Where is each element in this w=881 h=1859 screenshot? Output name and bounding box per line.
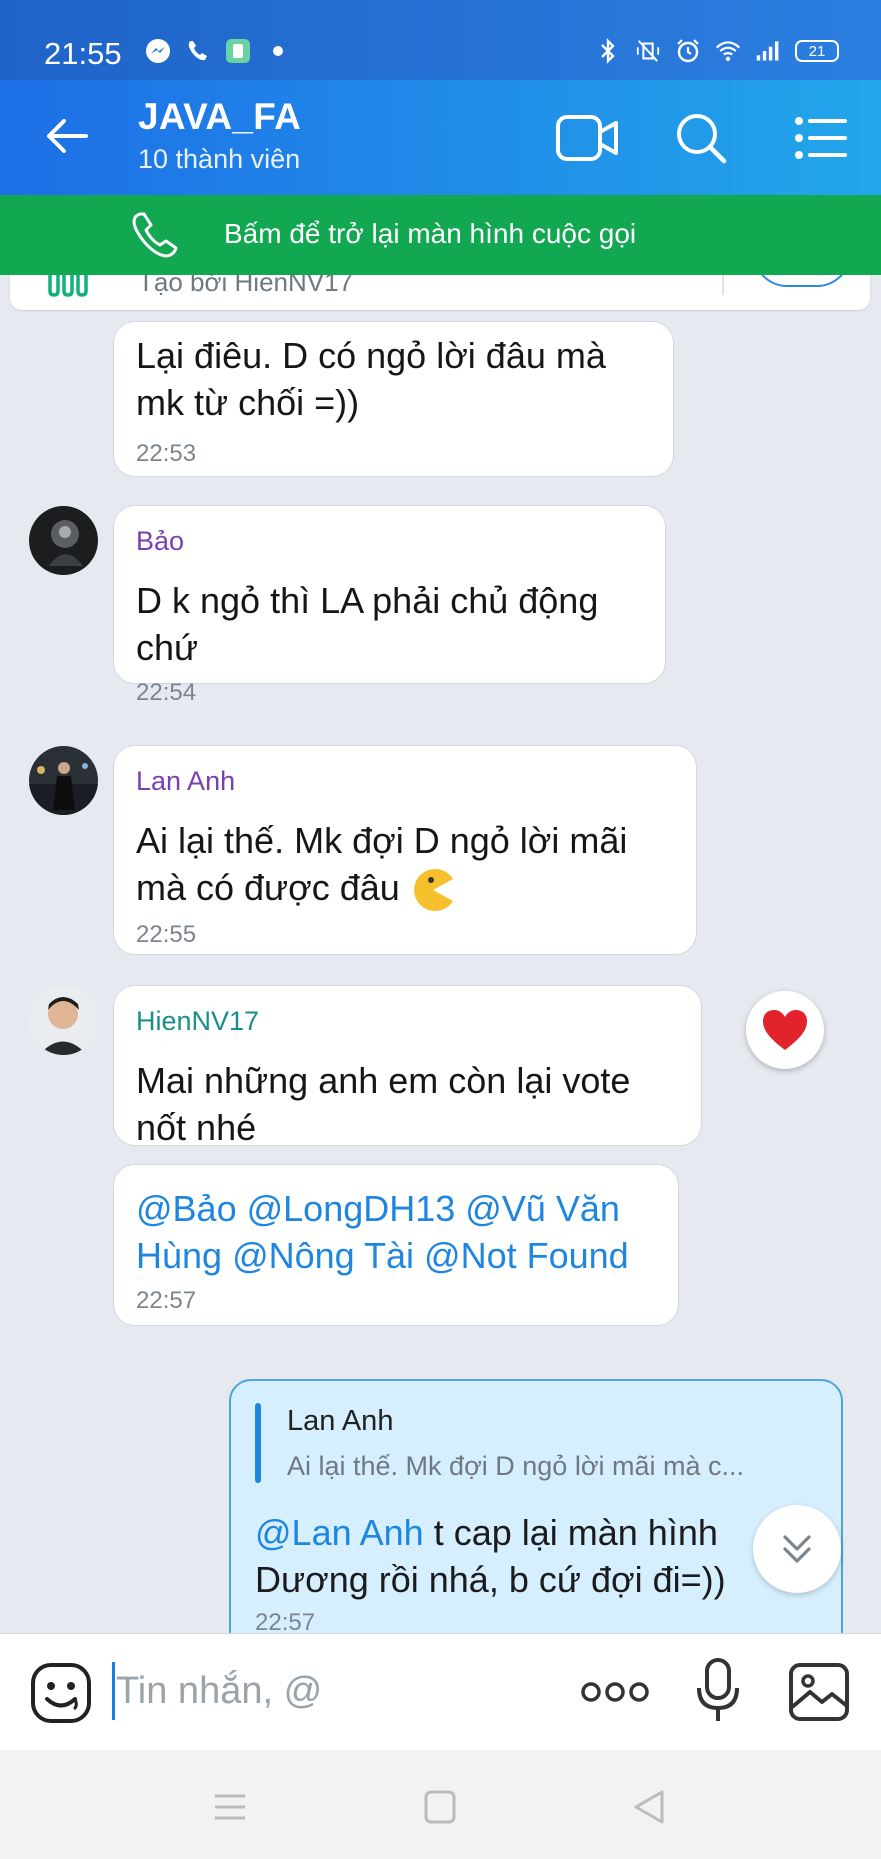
menu-button[interactable] <box>793 110 853 166</box>
recent-apps-icon <box>215 1794 245 1820</box>
poll-icon <box>46 275 90 297</box>
status-left-icons <box>145 38 291 64</box>
reaction-button[interactable] <box>746 991 824 1069</box>
scroll-to-bottom-button[interactable] <box>753 1505 841 1593</box>
video-call-button[interactable] <box>555 110 618 166</box>
message-bubble[interactable]: Bảo D k ngỏ thì LA phải chủ động chứ 22:… <box>113 505 666 706</box>
message-time: 22:54 <box>136 679 197 706</box>
status-time: 21:55 <box>44 36 122 71</box>
pinned-poll-card[interactable]: Tạo bởi HienNV17 <box>10 275 870 310</box>
message-composer <box>0 1633 881 1750</box>
smiley-sticker-icon <box>31 1663 91 1723</box>
microphone-icon <box>697 1658 739 1721</box>
more-options-button[interactable] <box>580 1674 650 1710</box>
conversation-title[interactable]: JAVA_FA 10 thành viên <box>138 96 301 175</box>
member-count: 10 thành viên <box>138 144 301 174</box>
message-bubble[interactable]: Lan Anh Ai lại thế. Mk đợi D ngỏ lời mãi… <box>113 745 697 955</box>
dot-icon <box>265 38 291 64</box>
system-navigation-bar <box>0 1750 881 1859</box>
sticker-button[interactable] <box>30 1662 92 1724</box>
avatar-hiennv17[interactable] <box>29 986 98 1055</box>
message-bubble[interactable]: @Bảo @LongDH13 @Vũ Văn Hùng @Nông Tài @N… <box>113 1164 679 1326</box>
return-to-call-text: Bấm để trở lại màn hình cuộc gọi <box>224 218 637 249</box>
battery-indicator: 21 <box>795 40 839 62</box>
poll-expand-button[interactable] <box>753 275 851 287</box>
search-icon <box>677 114 727 164</box>
message-time: 22:57 <box>136 1287 197 1314</box>
message-list[interactable]: Tạo bởi HienNV17 Lại điêu. D có ngỏ lời … <box>0 275 881 1633</box>
phone-call-icon <box>185 38 211 64</box>
message-text-content: Ai lại thế. Mk đợi D ngỏ lời mãi mà có đ… <box>136 820 628 908</box>
quote-author[interactable]: Lan Anh <box>287 1405 393 1438</box>
search-button[interactable] <box>673 110 733 166</box>
heart-icon <box>763 1010 807 1050</box>
quote-bar <box>255 1403 261 1483</box>
avatar-lan-anh[interactable] <box>29 746 98 815</box>
back-nav-button[interactable] <box>630 1788 670 1826</box>
message-text: Ai lại thế. Mk đợi D ngỏ lời mãi mà có đ… <box>136 817 674 913</box>
return-to-call-banner[interactable]: Bấm để trở lại màn hình cuộc gọi <box>0 195 881 275</box>
wifi-icon <box>715 38 741 64</box>
sender-name: HienNV17 <box>136 1006 260 1036</box>
sender-name: Bảo <box>136 526 185 556</box>
signal-icon <box>755 38 781 64</box>
list-menu-icon <box>795 117 847 159</box>
avatar-bao[interactable] <box>29 506 98 575</box>
reply-mention[interactable]: @Lan Anh <box>255 1512 424 1553</box>
message-text: D k ngỏ thì LA phải chủ động chứ <box>136 580 599 668</box>
arrow-left-icon <box>47 119 88 153</box>
status-bar: 21:55 21 <box>0 0 881 80</box>
image-picker-button[interactable] <box>788 1662 850 1722</box>
phone-icon <box>128 211 180 261</box>
more-dots-icon <box>581 1682 649 1702</box>
message-bubble[interactable]: HienNV17 Mai những anh em còn lại vote n… <box>113 985 702 1148</box>
recent-apps-button[interactable] <box>210 1788 250 1826</box>
my-reply-bubble[interactable]: Lan Anh Ai lại thế. Mk đợi D ngỏ lời mãi… <box>229 1379 843 1633</box>
poll-divider <box>722 275 724 295</box>
group-name: JAVA_FA <box>138 96 302 137</box>
message-time: 22:53 <box>136 440 197 467</box>
status-right-icons: 21 <box>595 38 839 64</box>
double-chevron-down-icon <box>783 1535 811 1563</box>
alarm-icon <box>675 38 701 64</box>
app-notification-icon <box>225 38 251 64</box>
reply-text: @Lan Anh t cap lại màn hình Dương rồi nh… <box>255 1509 755 1603</box>
video-camera-icon <box>556 115 618 161</box>
message-text: Mai những anh em còn lại vote nốt nhé <box>136 1060 631 1148</box>
app-header: JAVA_FA 10 thành viên <box>0 80 881 195</box>
back-triangle-icon <box>634 1790 664 1824</box>
home-button[interactable] <box>420 1788 460 1826</box>
poll-creator: Tạo bởi HienNV17 <box>138 275 354 297</box>
message-bubble[interactable]: Lại điêu. D có ngỏ lời đâu mà mk từ chối… <box>113 321 674 477</box>
image-gallery-icon <box>789 1663 849 1721</box>
message-input[interactable] <box>112 1658 552 1724</box>
message-time: 22:57 <box>255 1609 316 1633</box>
message-time: 22:55 <box>136 921 197 949</box>
sender-name: Lan Anh <box>136 766 236 796</box>
voice-record-button[interactable] <box>696 1658 740 1724</box>
quote-text[interactable]: Ai lại thế. Mk đợi D ngỏ lời mãi mà c... <box>287 1451 827 1482</box>
bluetooth-icon <box>595 38 621 64</box>
mention-text[interactable]: @Bảo @LongDH13 @Vũ Văn Hùng @Nông Tài @N… <box>136 1185 656 1279</box>
messenger-icon <box>145 38 171 64</box>
home-square-icon <box>424 1790 456 1824</box>
mute-vibrate-icon <box>635 38 661 64</box>
pacman-emoji <box>413 869 453 912</box>
back-button[interactable] <box>42 110 94 162</box>
message-text: Lại điêu. D có ngỏ lời đâu mà mk từ chối… <box>136 335 606 423</box>
